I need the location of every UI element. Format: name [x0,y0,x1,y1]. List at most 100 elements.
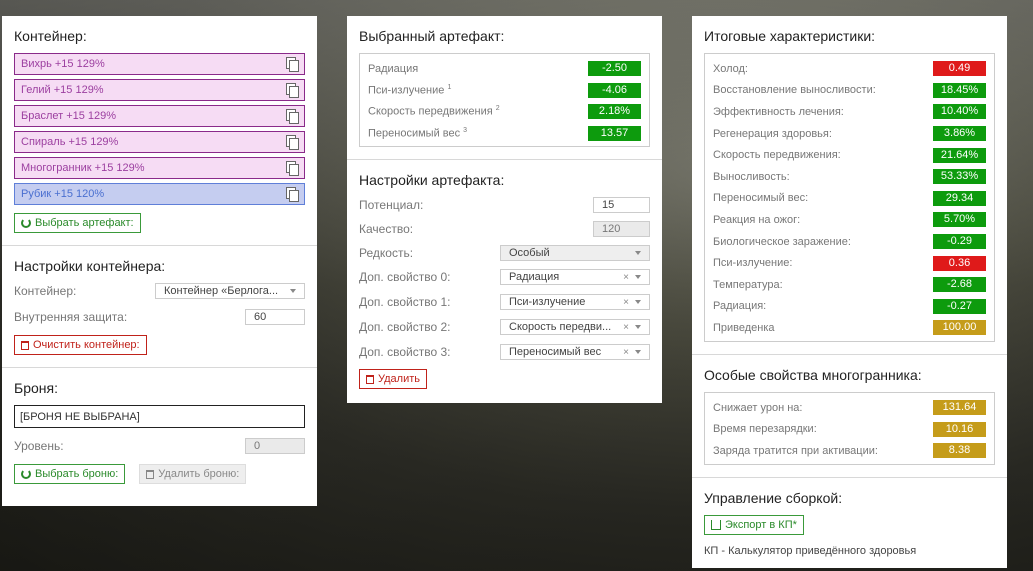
stat-value: 10.16 [933,421,986,437]
stat-label: Радиация: [713,300,767,313]
stat-value: 53.33% [933,169,986,185]
artifact-item[interactable]: Гелий +15 129% [14,79,305,101]
inner-protection-label: Внутренняя защита: [14,310,128,324]
level-label: Уровень: [14,439,64,453]
clear-icon[interactable]: × [623,322,629,333]
stat-value: 8.38 [933,443,986,459]
stat-label: Заряда тратится при активации: [713,444,878,457]
potential-input[interactable]: 15 [593,197,650,213]
artifact-item[interactable]: Браслет +15 129% [14,105,305,127]
clear-icon[interactable]: × [623,272,629,283]
stat-row: Радиация -2.50 [368,58,641,80]
stat-value: 10.40% [933,104,986,120]
refresh-icon [21,469,31,479]
extra-property-label: Доп. свойство 3: [359,345,451,359]
stat-label: Переносимый вес 3 [368,126,468,140]
selected-artifact-stats: Радиация -2.50 Пси-излучение 1 -4.06 Скоро… [359,53,650,147]
copy-icon[interactable] [286,161,299,176]
export-button[interactable]: Экспорт в КП* [704,514,804,535]
stat-label: Время перезарядки: [713,423,817,436]
artifact-label: Многогранник +15 129% [21,162,145,174]
stat-value: -0.27 [933,298,986,314]
extra-property-select[interactable]: Переносимый вес × [500,344,650,360]
copy-icon[interactable] [286,109,299,124]
extra-property-label: Доп. свойство 1: [359,295,451,309]
totals-title: Итоговые характеристики: [704,28,876,44]
stat-value: 21.64% [933,147,986,163]
inner-protection-input[interactable]: 60 [245,309,305,325]
extra-property-select[interactable]: Радиация × [500,269,650,285]
chevron-down-icon [290,289,296,293]
stat-row: Радиация: -0.27 [713,296,986,318]
stat-row: Выносливость: 53.33% [713,166,986,188]
stat-value: 3.86% [933,126,986,142]
extra-property-row: Доп. свойство 0: Радиация × [359,269,650,285]
copy-icon[interactable] [286,135,299,150]
chevron-down-icon [635,300,641,304]
artifact-label: Браслет +15 129% [21,110,117,122]
stat-row: Заряда тратится при активации: 8.38 [713,440,986,462]
trash-icon [21,340,29,350]
artifact-item[interactable]: Вихрь +15 129% [14,53,305,75]
artifact-settings-title: Настройки артефакта: [359,172,505,188]
stat-value: 131.64 [933,400,986,416]
extra-property-label: Доп. свойство 0: [359,270,451,284]
stat-label: Приведенка [713,321,775,334]
stat-label: Скорость передвижения 2 [368,105,500,119]
stat-row: Регенерация здоровья: 3.86% [713,123,986,145]
manage-title: Управление сборкой: [704,489,843,506]
extra-property-select[interactable]: Пси-излучение × [500,294,650,310]
trash-icon [146,469,155,479]
chevron-down-icon [635,251,641,255]
stat-label: Радиация [368,62,419,75]
stat-label: Скорость передвижения: [713,149,841,162]
stat-row: Эффективность лечения: 10.40% [713,101,986,123]
stat-label: Пси-излучение 1 [368,83,452,97]
stat-row: Пси-излучение 1 -4.06 [368,80,641,102]
artifact-item[interactable]: Спираль +15 129% [14,131,305,153]
artifact-label: Спираль +15 129% [21,136,119,148]
copy-icon[interactable] [286,57,299,72]
artifact-label: Гелий +15 129% [21,84,104,96]
clear-icon[interactable]: × [623,347,629,358]
stat-value: -4.06 [588,82,641,98]
artifact-item[interactable]: Рубик +15 120% [14,183,305,205]
selected-artifact-title: Выбранный артефакт: [359,28,505,44]
artifact-list: Вихрь +15 129% Гелий +15 129% Браслет +1… [14,53,305,205]
armor-title: Броня: [14,380,58,396]
stat-row: Снижает урон на: 131.64 [713,397,986,419]
container-settings-title: Настройки контейнера: [14,258,166,274]
stat-value: 18.45% [933,82,986,98]
extra-property-row: Доп. свойство 1: Пси-излучение × [359,294,650,310]
stat-label: Переносимый вес: [713,192,809,205]
container-title: Контейнер: [14,28,87,44]
stat-row: Время перезарядки: 10.16 [713,418,986,440]
artifact-item[interactable]: Многогранник +15 129% [14,157,305,179]
select-armor-button[interactable]: Выбрать броню: [14,464,126,484]
special-title: Особые свойства многогранника: [704,366,922,383]
extra-property-select[interactable]: Скорость передви... × [500,319,650,335]
special-stats: Снижает урон на: 131.64 Время перезарядки… [704,391,995,465]
delete-artifact-button[interactable]: Удалить [359,369,427,389]
stat-value: 13.57 [588,125,641,141]
stat-value: 2.18% [588,104,641,120]
chevron-down-icon [635,275,641,279]
export-icon [711,519,721,530]
stat-row: Биологическое заражение: -0.29 [713,231,986,253]
rarity-select[interactable]: Особый [500,245,650,261]
stat-label: Реакция на ожог: [713,213,801,226]
container-select[interactable]: Контейнер «Берлога... [155,283,305,299]
delete-armor-button[interactable]: Удалить броню: [139,464,247,484]
clear-container-button[interactable]: Очистить контейнер: [14,335,147,355]
copy-icon[interactable] [286,187,299,202]
stat-label: Холод: [713,62,748,75]
stat-label: Восстановление выносливости: [713,84,876,97]
copy-icon[interactable] [286,83,299,98]
container-label: Контейнер: [14,284,77,298]
clear-icon[interactable]: × [623,297,629,308]
stat-value: 29.34 [933,190,986,206]
select-artifact-button[interactable]: Выбрать артефакт: [14,213,141,233]
stat-row: Пси-излучение: 0.36 [713,252,986,274]
quality-label: Качество: [359,222,414,236]
stat-value: -2.50 [588,61,641,77]
